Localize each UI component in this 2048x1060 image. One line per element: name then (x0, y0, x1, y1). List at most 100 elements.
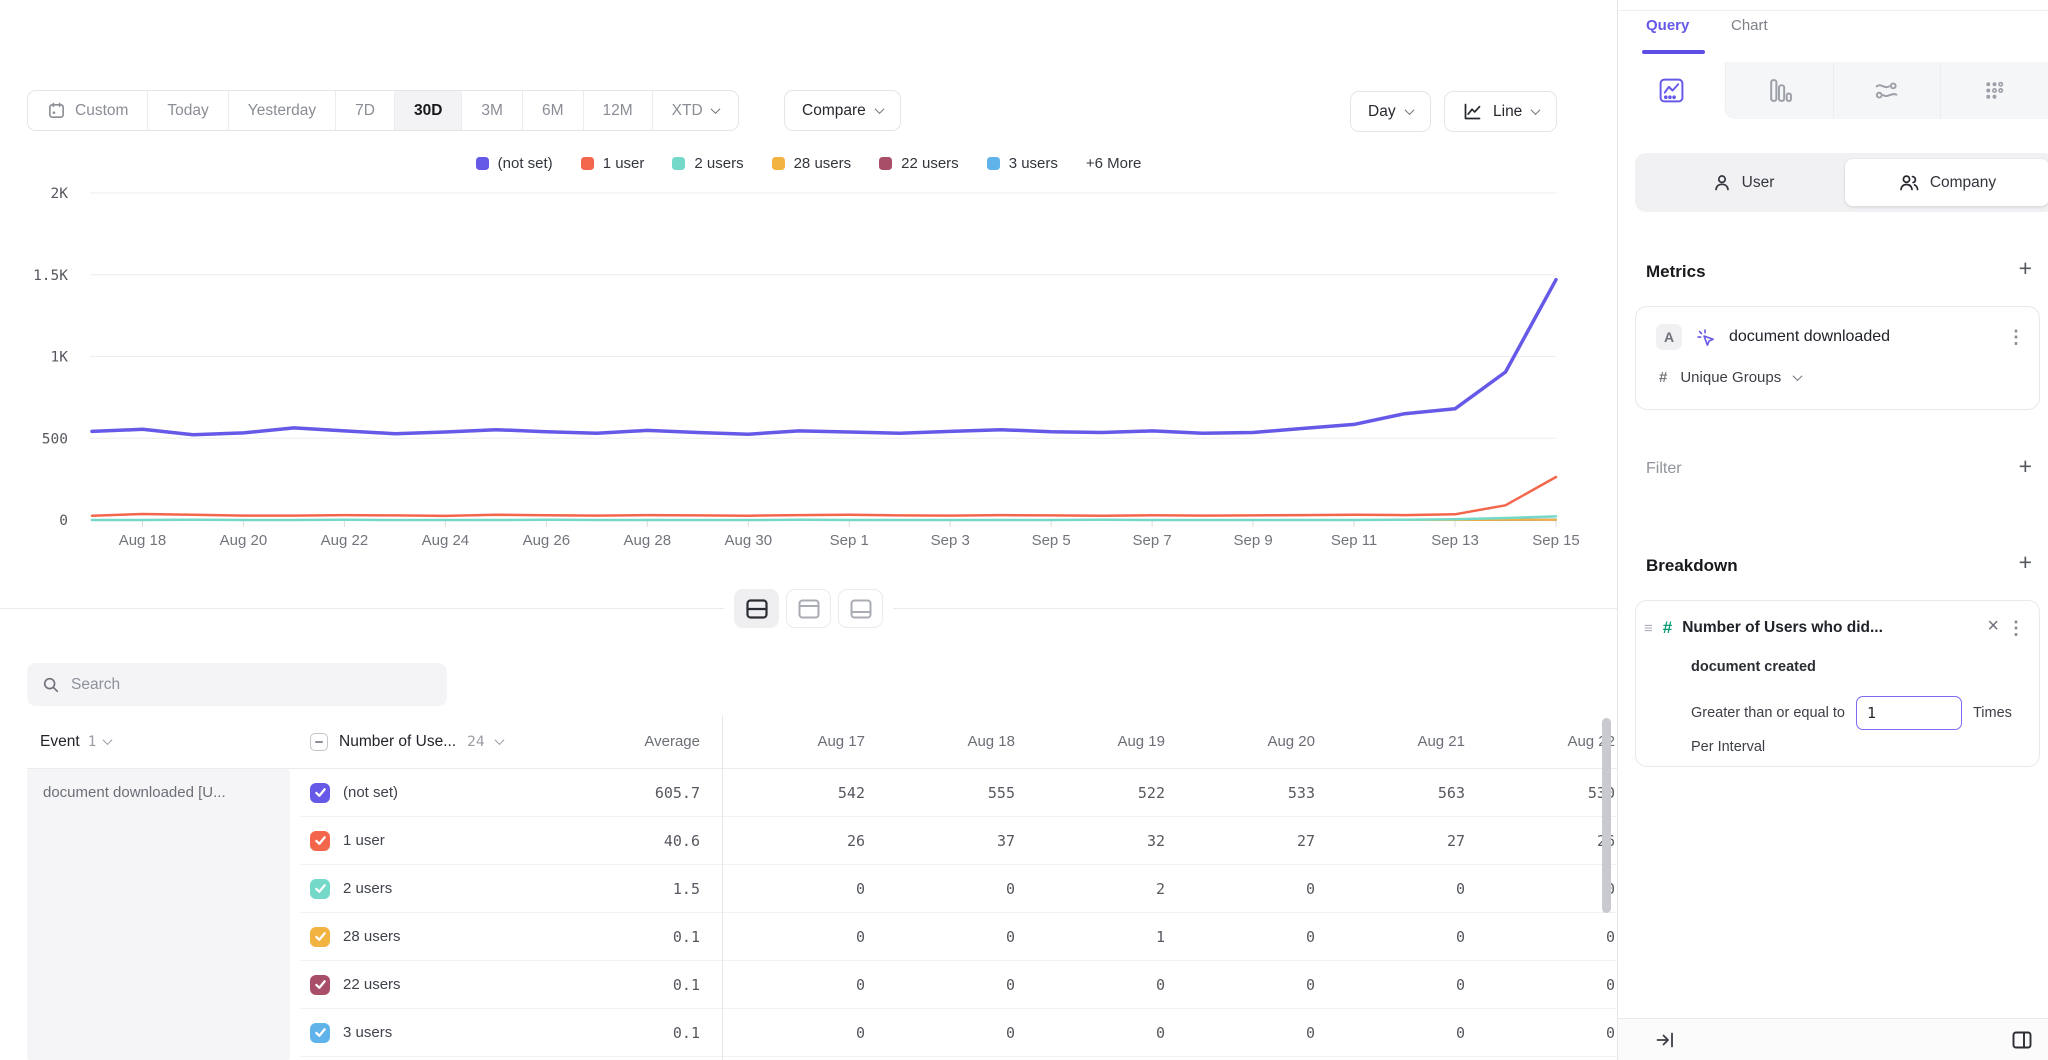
value-cell: 522 (1055, 784, 1205, 802)
value-cell: 0 (1505, 880, 1617, 898)
value-cell: 0 (1355, 976, 1505, 994)
collapse-panel-icon[interactable] (1654, 1029, 1676, 1056)
value-cell: 0 (1055, 976, 1205, 994)
series-label: 22 users (343, 976, 401, 993)
event-column-header[interactable]: Event 1 (40, 715, 111, 768)
breakdown-card[interactable]: ≡ # Number of Users who did... × ⋮ docum… (1635, 600, 2040, 767)
search-input[interactable] (71, 676, 432, 694)
value-cell: 0 (1355, 928, 1505, 946)
value-cell: 0 (755, 976, 905, 994)
date-column-header: Aug 17 (755, 715, 905, 768)
drag-handle-icon[interactable]: ≡ (1644, 620, 1653, 637)
layout-table-only-button[interactable] (838, 589, 883, 628)
close-icon[interactable]: × (1987, 615, 1999, 638)
layout-chart-only-button[interactable] (786, 589, 831, 628)
series-cell[interactable]: 1 user (310, 831, 560, 851)
metric-name: document downloaded (1729, 328, 1890, 346)
svg-text:Sep 7: Sep 7 (1133, 532, 1172, 549)
split-view-icon (745, 598, 769, 620)
series-checkbox[interactable] (310, 1023, 330, 1043)
analytics-app: CustomTodayYesterday7D30D3M6M12MXTD Comp… (0, 0, 2048, 1060)
value-cell: 542 (755, 784, 905, 802)
add-metric-button[interactable]: + (2019, 257, 2032, 280)
check-icon (314, 786, 327, 799)
svg-text:Aug 20: Aug 20 (220, 532, 268, 549)
series-cell[interactable]: (not set) (310, 783, 560, 803)
series-checkbox[interactable] (310, 975, 330, 995)
check-icon (314, 930, 327, 943)
table-body: (not set) 605.7 542555522533563530 1 use… (301, 769, 1617, 1057)
indeterminate-checkbox[interactable] (310, 733, 328, 751)
series-checkbox[interactable] (310, 783, 330, 803)
chart-type-line-button[interactable] (1618, 62, 1725, 119)
bar-chart-icon (1766, 77, 1793, 104)
add-filter-button[interactable]: + (2019, 455, 2032, 478)
series-checkbox[interactable] (310, 831, 330, 851)
series-cell[interactable]: 3 users (310, 1023, 560, 1043)
breakdown-event-name: document created (1691, 659, 1816, 675)
date-column-header: Aug 19 (1055, 715, 1205, 768)
date-column-header: Aug 20 (1205, 715, 1355, 768)
main-area: CustomTodayYesterday7D30D3M6M12MXTD Comp… (0, 0, 1617, 1060)
average-cell: 605.7 (560, 784, 722, 802)
series-label: (not set) (343, 784, 398, 801)
series-cell[interactable]: 22 users (310, 975, 560, 995)
line-chart-icon (1658, 77, 1685, 104)
average-cell: 1.5 (560, 880, 722, 898)
table-row: 28 users 0.1 001000 (301, 913, 1617, 961)
active-tab-underline (1642, 50, 1705, 54)
date-column-header: Aug 21 (1355, 715, 1505, 768)
metric-badge: A (1656, 324, 1682, 350)
chevron-down-icon (494, 735, 504, 745)
value-cell: 37 (905, 832, 1055, 850)
threshold-input[interactable] (1856, 696, 1962, 730)
date-column-headers: Aug 17Aug 18Aug 19Aug 20Aug 21Aug 22 (755, 715, 1617, 768)
svg-text:Sep 1: Sep 1 (830, 532, 869, 549)
search-icon (42, 676, 60, 694)
series-header-label: Number of Use... (339, 733, 456, 751)
chart-type-dots-button[interactable] (1940, 62, 2048, 119)
series-checkbox[interactable] (310, 879, 330, 899)
value-cell: 0 (1355, 1024, 1505, 1042)
entity-company-option[interactable]: Company (1845, 159, 2048, 206)
svg-text:Sep 11: Sep 11 (1331, 532, 1377, 549)
value-cell: 2 (1055, 880, 1205, 898)
value-cell: 1 (1055, 928, 1205, 946)
measure-selector[interactable]: # Unique Groups (1659, 369, 1801, 386)
metric-menu-icon[interactable]: ⋮ (2007, 327, 2025, 348)
average-cell: 40.6 (560, 832, 722, 850)
table-row: 22 users 0.1 000000 (301, 961, 1617, 1009)
measure-label: Unique Groups (1680, 369, 1781, 386)
series-cell[interactable]: 28 users (310, 927, 560, 947)
metrics-section-title: Metrics (1646, 262, 1706, 282)
chart-type-bar-button[interactable] (1725, 62, 1833, 119)
panel-layout-icon[interactable] (2010, 1028, 2034, 1057)
breakdown-section-title: Breakdown (1646, 556, 1738, 576)
tab-query[interactable]: Query (1646, 17, 1689, 34)
query-panel: Query Chart (1617, 0, 2048, 1060)
series-checkbox[interactable] (310, 927, 330, 947)
line-chart[interactable]: 05001K1.5K2KAug 18Aug 20Aug 22Aug 24Aug … (0, 0, 1617, 570)
svg-text:1.5K: 1.5K (33, 268, 68, 284)
chart-type-flow-button[interactable] (1833, 62, 1941, 119)
check-icon (314, 882, 327, 895)
svg-text:Aug 28: Aug 28 (624, 532, 672, 549)
table-scrollbar[interactable] (1602, 718, 1611, 913)
svg-text:Sep 3: Sep 3 (931, 532, 970, 549)
entity-user-option[interactable]: User (1641, 159, 1845, 206)
svg-text:500: 500 (42, 431, 68, 447)
event-row-label[interactable]: document downloaded [U... (27, 769, 290, 1060)
tab-chart[interactable]: Chart (1731, 17, 1768, 34)
svg-text:Aug 18: Aug 18 (119, 532, 167, 549)
series-cell[interactable]: 2 users (310, 879, 560, 899)
add-breakdown-button[interactable]: + (2019, 551, 2032, 574)
metric-card[interactable]: A document downloaded ⋮ # Unique Groups (1635, 306, 2040, 410)
svg-text:2K: 2K (51, 186, 69, 202)
breakdown-menu-icon[interactable]: ⋮ (2007, 618, 2025, 639)
series-column-header[interactable]: Number of Use... 24 (310, 715, 503, 768)
layout-split-button[interactable] (734, 589, 779, 628)
svg-text:Aug 22: Aug 22 (321, 532, 369, 549)
check-icon (314, 1026, 327, 1039)
value-cell: 27 (1355, 832, 1505, 850)
date-column-header: Aug 22 (1505, 715, 1617, 768)
